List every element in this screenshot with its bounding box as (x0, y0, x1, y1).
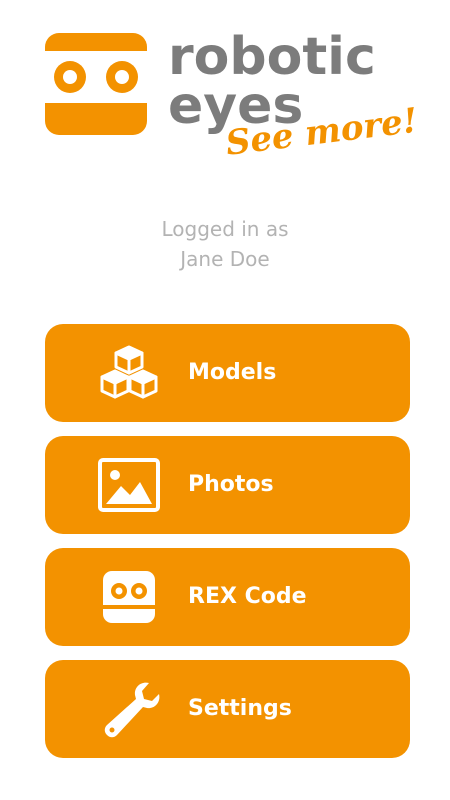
rex-code-label: REX Code (188, 584, 307, 609)
photos-button[interactable]: Photos (45, 436, 410, 534)
app-logo: robotic eyes See more! (0, 0, 450, 190)
login-info: Logged in as Jane Doe (0, 214, 450, 274)
rex-code-icon (103, 571, 155, 623)
rex-code-button[interactable]: REX Code (45, 548, 410, 646)
login-user-name: Jane Doe (180, 247, 270, 271)
settings-label: Settings (188, 696, 292, 721)
cubes-icon (100, 345, 158, 399)
robotic-eyes-logo-icon (45, 33, 147, 135)
image-icon (98, 458, 160, 512)
photos-label: Photos (188, 472, 274, 497)
models-label: Models (188, 360, 277, 385)
login-label: Logged in as (161, 217, 289, 241)
wrench-icon (104, 682, 160, 738)
settings-button[interactable]: Settings (45, 660, 410, 758)
models-button[interactable]: Models (45, 324, 410, 422)
main-menu: Models Photos REX Code Settings (45, 324, 410, 772)
